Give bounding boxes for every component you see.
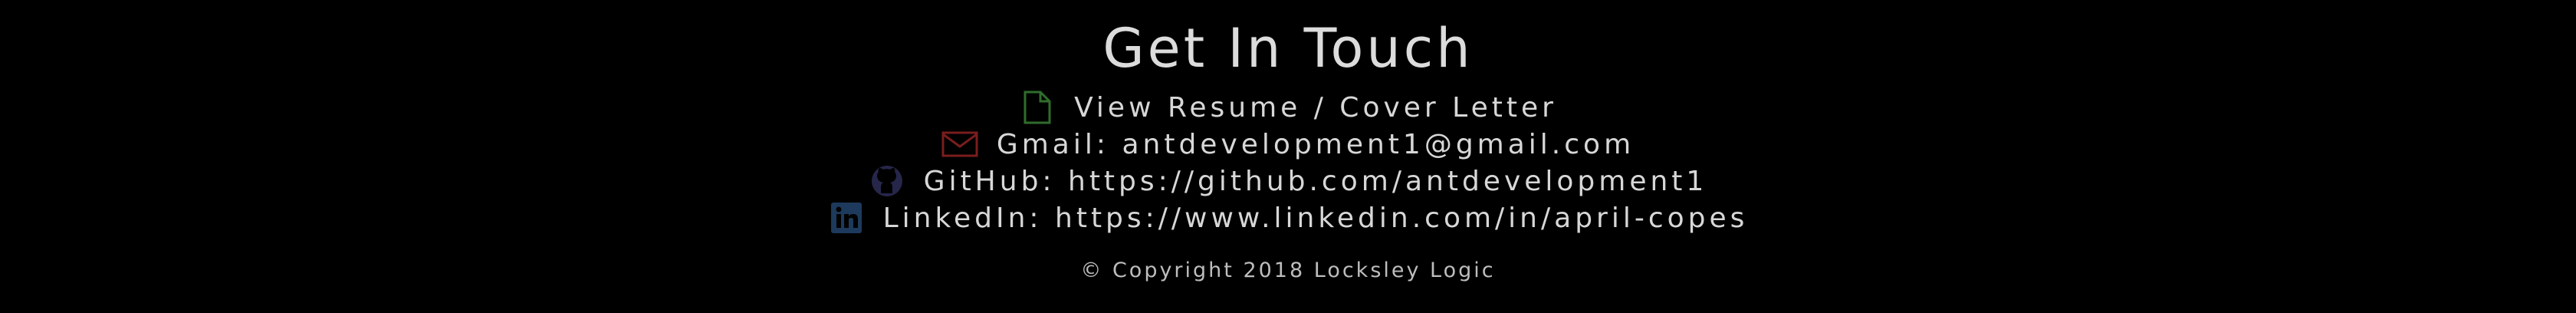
github-icon — [869, 163, 905, 199]
resume-link-row[interactable]: View Resume / Cover Letter — [0, 89, 2576, 126]
gmail-link-row[interactable]: Gmail: antdevelopment1@gmail.com — [0, 126, 2576, 163]
copyright-footer: © Copyright 2018 Locksley Logic — [1080, 259, 1496, 282]
contact-links: View Resume / Cover Letter Gmail: antdev… — [0, 89, 2576, 236]
resume-link[interactable]: View Resume / Cover Letter — [1074, 92, 1557, 124]
mail-icon — [941, 126, 978, 163]
linkedin-link-row[interactable]: LinkedIn: https://www.linkedin.com/in/ap… — [0, 199, 2576, 236]
linkedin-icon — [828, 199, 865, 236]
contact-section: Get In Touch View Resume / Cover Letter … — [0, 0, 2576, 313]
document-icon — [1019, 89, 1056, 126]
section-heading: Get In Touch — [1102, 17, 1474, 80]
github-link-row[interactable]: GitHub: https://github.com/antdevelopmen… — [0, 163, 2576, 199]
linkedin-link[interactable]: LinkedIn: https://www.linkedin.com/in/ap… — [883, 203, 1749, 234]
gmail-link[interactable]: Gmail: antdevelopment1@gmail.com — [997, 129, 1635, 160]
github-link[interactable]: GitHub: https://github.com/antdevelopmen… — [924, 166, 1708, 197]
